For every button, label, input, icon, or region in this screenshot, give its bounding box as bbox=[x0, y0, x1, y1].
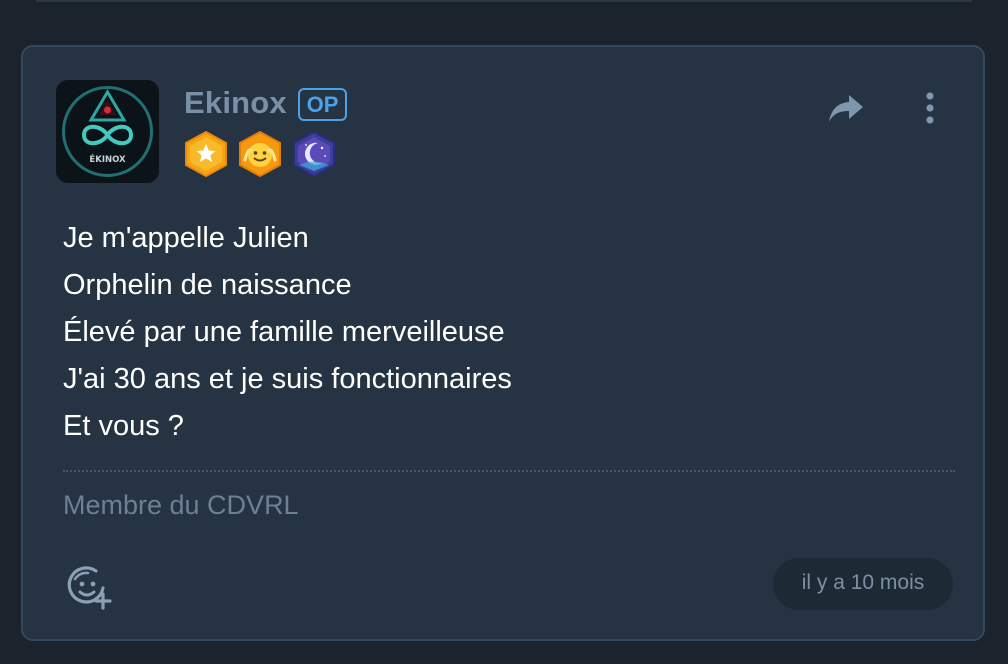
signature: Membre du CDVRL bbox=[63, 490, 299, 520]
add-reaction-button[interactable] bbox=[66, 562, 114, 610]
username[interactable]: Ekinox bbox=[184, 85, 287, 121]
ekinox-logo-icon: ÉKINOX bbox=[58, 82, 157, 181]
moon-badge-icon[interactable] bbox=[291, 130, 337, 178]
op-badge: OP bbox=[298, 88, 347, 121]
post-line: Orphelin de naissance bbox=[63, 269, 352, 301]
post-line: Élevé par une famille merveilleuse bbox=[63, 316, 505, 348]
share-icon bbox=[829, 95, 863, 122]
emoji-badge-icon[interactable] bbox=[237, 130, 283, 178]
add-reaction-icon bbox=[67, 566, 112, 610]
signature-separator bbox=[63, 470, 955, 472]
post-card: ÉKINOX Ekinox OP Je m'appelle Julien Orp… bbox=[21, 45, 985, 641]
post-line: Et vous ? bbox=[63, 410, 184, 442]
post-line: Je m'appelle Julien bbox=[63, 222, 309, 254]
share-button[interactable] bbox=[825, 89, 867, 129]
avatar[interactable]: ÉKINOX bbox=[56, 80, 159, 183]
star-badge-icon[interactable] bbox=[183, 130, 229, 178]
avatar-text: ÉKINOX bbox=[89, 153, 126, 165]
more-vertical-icon bbox=[926, 92, 934, 124]
post-body: Je m'appelle Julien Orphelin de naissanc… bbox=[63, 215, 943, 450]
post-timestamp[interactable]: il y a 10 mois bbox=[773, 558, 953, 610]
user-badges bbox=[183, 130, 337, 178]
post-line: J'ai 30 ans et je suis fonctionnaires bbox=[63, 363, 512, 395]
more-options-button[interactable] bbox=[916, 89, 944, 129]
top-divider bbox=[36, 0, 972, 2]
